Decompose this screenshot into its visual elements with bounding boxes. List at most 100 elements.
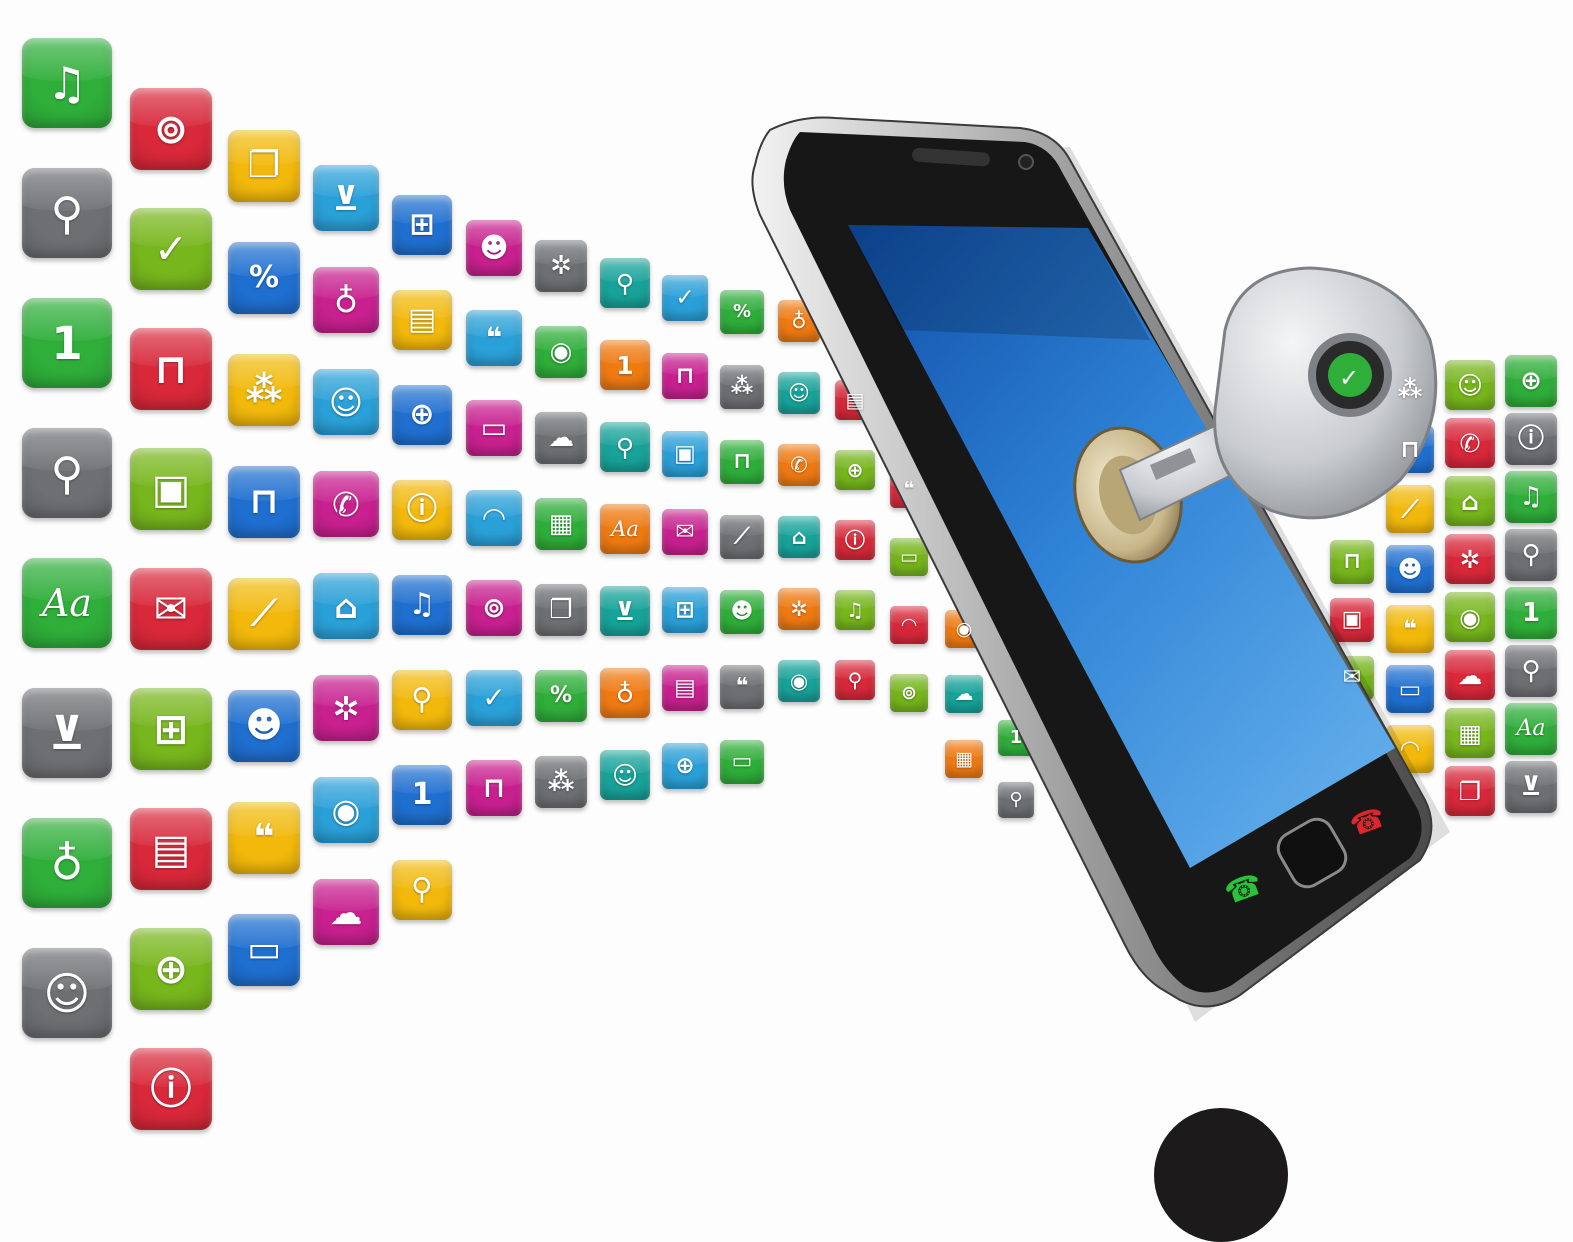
contact-icon: ☻ <box>245 705 283 746</box>
calculator-icon: ▦ <box>955 747 973 770</box>
globe-icon: ⊕ <box>153 944 189 993</box>
pushpin-icon: ⚲ <box>1009 789 1023 810</box>
cart-icon: ⊻ <box>332 178 360 218</box>
unlock-icon: ⊓ <box>154 344 188 393</box>
lock-icon: ⊓ <box>249 481 279 522</box>
pushpin-icon: ⚲ <box>50 446 84 500</box>
dining-icon: ⊚ <box>482 591 506 624</box>
pushpin-icon: ⚲ <box>411 872 433 907</box>
search-icon: ⚲ <box>1521 540 1541 570</box>
weather-cloud-icon: ☁ <box>954 682 974 705</box>
globe-icon: ⊕ <box>846 458 864 482</box>
rss-feed-icon: ◠ <box>901 613 917 636</box>
info-icon: ⓘ <box>407 492 437 527</box>
smartphone-with-key-illustration: ☎ ☎ ✓ <box>751 116 1450 1022</box>
gears-icon: ✲ <box>332 688 360 728</box>
camera-icon: ◉ <box>549 337 573 367</box>
puzzle-icon: ⁂ <box>245 369 283 410</box>
network-icon: ⊞ <box>675 596 695 623</box>
contact-icon: ☻ <box>479 231 509 264</box>
rss-feed-icon: ◠ <box>483 501 505 534</box>
message-icon: ▭ <box>480 411 508 444</box>
music-note-icon: ♫ <box>46 56 88 110</box>
svg-text:✓: ✓ <box>1339 364 1359 392</box>
message-icon: ▭ <box>900 545 918 568</box>
network-icon: ⊞ <box>409 207 435 242</box>
cart-icon: ⊻ <box>1520 772 1542 802</box>
film-icon: ▣ <box>1341 607 1363 632</box>
unlock-icon: ⊓ <box>482 771 506 804</box>
rss-feed-icon: ◠ <box>1400 735 1420 763</box>
chat-icon: ❝ <box>485 321 503 354</box>
font-icon: Aa <box>41 581 93 625</box>
home-icon: ⌂ <box>791 524 807 549</box>
mail-icon: ✉ <box>675 518 695 545</box>
search-icon: ⚲ <box>50 186 84 240</box>
clapper-icon: ▤ <box>407 302 437 337</box>
puzzle-icon: ⁂ <box>547 767 575 797</box>
pushpin-icon: ⚲ <box>1521 656 1541 686</box>
gears-icon: ✲ <box>790 596 808 621</box>
camera-icon: ◉ <box>331 790 361 830</box>
search-icon: ⚲ <box>411 682 433 717</box>
music-note-icon: ♫ <box>846 598 864 622</box>
globe-icon: ⊕ <box>1520 366 1542 396</box>
puzzle-icon: ⁂ <box>1397 375 1423 403</box>
clapper-icon: ▤ <box>151 824 191 873</box>
music-note-icon: ♫ <box>1519 482 1543 512</box>
checkmark-icon: ✓ <box>153 224 189 273</box>
lock-icon: ⊓ <box>733 449 751 474</box>
smiley-icon: ☺ <box>611 760 639 790</box>
home-icon: ⌂ <box>1461 486 1479 516</box>
windows-icon: ❐ <box>247 145 281 186</box>
search-icon: ⚲ <box>847 668 863 692</box>
windows-icon: ❐ <box>1458 776 1482 806</box>
calculator-icon: ▦ <box>1458 718 1482 748</box>
chat-icon: ❝ <box>253 817 275 858</box>
broadcast-icon: ♁ <box>791 308 807 333</box>
phone-icon: ✆ <box>332 484 360 524</box>
phone-icon: ✆ <box>1459 428 1481 458</box>
broadcast-icon: ♁ <box>333 280 359 320</box>
chart-icon: ⟋ <box>1401 495 1419 523</box>
info-icon: ⓘ <box>845 528 865 552</box>
chat-icon: ❝ <box>1402 615 1418 643</box>
camera-icon: ◉ <box>789 668 809 693</box>
puzzle-icon: ⁂ <box>730 374 754 399</box>
weather-cloud-icon: ☁ <box>1457 660 1483 690</box>
chart-icon: ⟋ <box>251 593 277 634</box>
black-circle <box>1154 1108 1288 1242</box>
unlock-icon: ⊓ <box>1343 549 1361 574</box>
clapper-icon: ▤ <box>674 674 696 701</box>
checkmark-icon: ✓ <box>675 284 695 311</box>
globe-icon: ⊕ <box>409 397 435 432</box>
film-icon: ▣ <box>151 464 191 513</box>
unlock-icon: ⊓ <box>675 362 695 389</box>
contact-icon: ☻ <box>730 599 754 624</box>
network-icon: ⊞ <box>153 704 189 753</box>
gears-icon: ✲ <box>550 251 572 281</box>
music-note-icon: ♫ <box>408 587 436 622</box>
mail-icon: ✉ <box>1342 665 1362 690</box>
calendar-icon: 1 <box>411 777 433 812</box>
font-icon: Aa <box>611 516 639 541</box>
dining-icon: ⊚ <box>153 104 189 153</box>
phone-icon: ✆ <box>790 452 808 477</box>
contact-icon: ☻ <box>1397 555 1423 583</box>
font-icon: Aa <box>1516 716 1546 741</box>
checkmark-icon: ✓ <box>482 681 506 714</box>
front-camera <box>1018 154 1034 170</box>
dining-icon: ⊚ <box>901 681 917 704</box>
camera-icon: ◉ <box>1459 602 1481 632</box>
info-icon: ⓘ <box>1517 424 1544 454</box>
percent-icon: % <box>248 260 280 295</box>
message-icon: ▭ <box>731 749 753 774</box>
smiley-icon: ☺ <box>1456 370 1484 400</box>
clapper-icon: ▤ <box>845 388 865 412</box>
percent-icon: % <box>549 683 573 708</box>
chat-icon: ❝ <box>903 477 915 500</box>
calendar-icon: 1 <box>1521 598 1541 628</box>
chart-icon: ⟋ <box>734 524 750 549</box>
mail-icon: ✉ <box>153 584 189 633</box>
smiley-icon: ☺ <box>328 382 364 422</box>
